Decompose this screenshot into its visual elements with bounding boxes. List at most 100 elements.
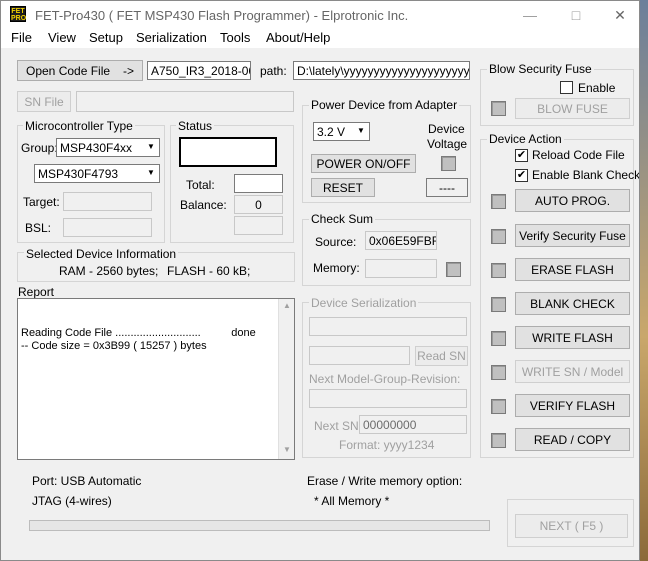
flash-info: FLASH - 60 kB; (167, 264, 251, 278)
chevron-down-icon: ▼ (143, 165, 159, 182)
status-display (179, 137, 277, 167)
voltage-select[interactable]: 3.2 V ▼ (313, 122, 370, 141)
voltage-select-value: 3.2 V (317, 125, 346, 139)
target-label: Target: (23, 195, 60, 209)
code-filename-field[interactable]: A750_IR3_2018-06-1 (147, 61, 251, 80)
menu-setup[interactable]: Setup (87, 29, 125, 48)
next-model-label: Next Model-Group-Revision: (309, 372, 461, 386)
blow-fuse-enable-checkbox[interactable] (560, 81, 573, 94)
erase-option-label: Erase / Write memory option: (307, 474, 463, 488)
total-label: Total: (186, 178, 215, 192)
port-status: Port: USB Automatic (32, 474, 142, 488)
target-field (63, 192, 152, 211)
write-flash-button[interactable]: WRITE FLASH (515, 326, 630, 349)
blank-check-led (491, 297, 506, 312)
report-area[interactable]: Reading Code File ......................… (17, 298, 295, 460)
menu-about-help[interactable]: About/Help (264, 29, 332, 48)
erase-flash-button[interactable]: ERASE FLASH (515, 258, 630, 281)
next-button[interactable]: NEXT ( F5 ) (515, 514, 628, 538)
jtag-status: JTAG (4-wires) (32, 494, 112, 508)
report-text: Reading Code File ......................… (21, 327, 256, 352)
scroll-up-icon[interactable]: ▲ (283, 301, 291, 310)
group-select[interactable]: MSP430F4xx ▼ (56, 138, 160, 157)
power-on-off-button[interactable]: POWER ON/OFF (311, 154, 416, 173)
open-code-file-label: Open Code File (26, 63, 111, 78)
desktop-background (640, 0, 648, 561)
balance-extra-field (234, 216, 283, 235)
auto-prog-button[interactable]: AUTO PROG. (515, 189, 630, 212)
reload-code-file-label: Reload Code File (532, 148, 625, 162)
source-checksum: 0x06E59FBF (365, 231, 437, 250)
verify-flash-led (491, 399, 506, 414)
blank-check-button[interactable]: BLANK CHECK (515, 292, 630, 315)
format-label: Format: yyyy1234 (339, 438, 435, 452)
bsl-label: BSL: (25, 221, 52, 235)
blow-fuse-enable-label: Enable (578, 81, 616, 95)
device-action-title: Device Action (487, 132, 564, 146)
path-label: path: (260, 64, 287, 78)
voltage-led (441, 156, 456, 171)
auto-prog-led (491, 194, 506, 209)
blow-fuse-led (491, 101, 506, 116)
memory-label: Memory: (313, 261, 360, 275)
reload-code-file-checkbox[interactable]: ✔ (515, 149, 528, 162)
report-title: Report (18, 285, 55, 299)
next-sn-field: 00000000 (359, 415, 467, 434)
balance-label: Balance: (180, 198, 227, 212)
chevron-down-icon: ▼ (143, 139, 159, 156)
source-label: Source: (315, 235, 357, 249)
group-label: Group: (21, 141, 58, 155)
read-copy-button[interactable]: READ / COPY (515, 428, 630, 451)
chevron-down-icon: ▼ (353, 123, 369, 140)
reset-button[interactable]: RESET (311, 178, 375, 197)
serialization-title: Device Serialization (309, 296, 419, 310)
close-button[interactable]: ✕ (597, 1, 639, 29)
menu-serialization[interactable]: Serialization (134, 29, 209, 48)
erase-option-value: * All Memory * (314, 494, 390, 508)
voltage-readout: ---- (426, 178, 468, 197)
write-flash-led (491, 331, 506, 346)
balance-field: 0 (234, 195, 283, 214)
app-icon: FET PRO (10, 6, 27, 22)
main-window: FET PRO FET-Pro430 ( FET MSP430 Flash Pro… (0, 0, 640, 561)
ram-info: RAM - 2560 bytes; (59, 264, 159, 278)
minimize-button[interactable]: — (507, 1, 553, 29)
verify-flash-button[interactable]: VERIFY FLASH (515, 394, 630, 417)
menu-view[interactable]: View (46, 29, 78, 48)
verify-security-fuse-led (491, 229, 506, 244)
power-title: Power Device from Adapter (309, 98, 460, 112)
report-scrollbar[interactable]: ▲ ▼ (278, 299, 294, 459)
group-select-value: MSP430F4xx (60, 141, 133, 155)
menu-tools[interactable]: Tools (218, 29, 252, 48)
sn-file-button[interactable]: SN File (17, 91, 71, 112)
device-voltage-label-1: Device (428, 122, 465, 136)
blow-fuse-button[interactable]: BLOW FUSE (515, 98, 630, 119)
read-sn-button[interactable]: Read SN (415, 346, 468, 366)
device-select[interactable]: MSP430F4793 ▼ (34, 164, 160, 183)
scroll-down-icon[interactable]: ▼ (283, 445, 291, 454)
status-title: Status (176, 119, 215, 133)
memory-checksum (365, 259, 437, 278)
enable-blank-check-label: Enable Blank Check (532, 168, 640, 182)
read-copy-led (491, 433, 506, 448)
checksum-title: Check Sum (309, 212, 376, 226)
blow-fuse-title: Blow Security Fuse (487, 62, 594, 76)
next-sn-label: Next SN: (314, 419, 363, 433)
menu-file[interactable]: File (9, 29, 34, 48)
verify-security-fuse-button[interactable]: Verify Security Fuse (515, 224, 630, 247)
write-sn-model-led (491, 365, 506, 380)
open-code-file-button[interactable]: Open Code File -> (17, 60, 143, 81)
checksum-led (446, 262, 461, 277)
maximize-button[interactable]: □ (553, 1, 599, 29)
path-field[interactable]: D:\lately\yyyyyyyyyyyyyyyyyyyyyy (293, 61, 470, 80)
device-select-value: MSP430F4793 (38, 167, 119, 181)
next-model-field (309, 389, 467, 408)
selected-device-title: Selected Device Information (24, 247, 179, 261)
window-title: FET-Pro430 ( FET MSP430 Flash Programmer… (35, 8, 409, 23)
enable-blank-check-checkbox[interactable]: ✔ (515, 169, 528, 182)
serialization-field-2 (309, 346, 410, 365)
microcontroller-title: Microcontroller Type (23, 119, 135, 133)
write-sn-model-button[interactable]: WRITE SN / Model (515, 360, 630, 383)
sn-file-field[interactable] (76, 91, 294, 112)
progress-bar (29, 520, 490, 531)
